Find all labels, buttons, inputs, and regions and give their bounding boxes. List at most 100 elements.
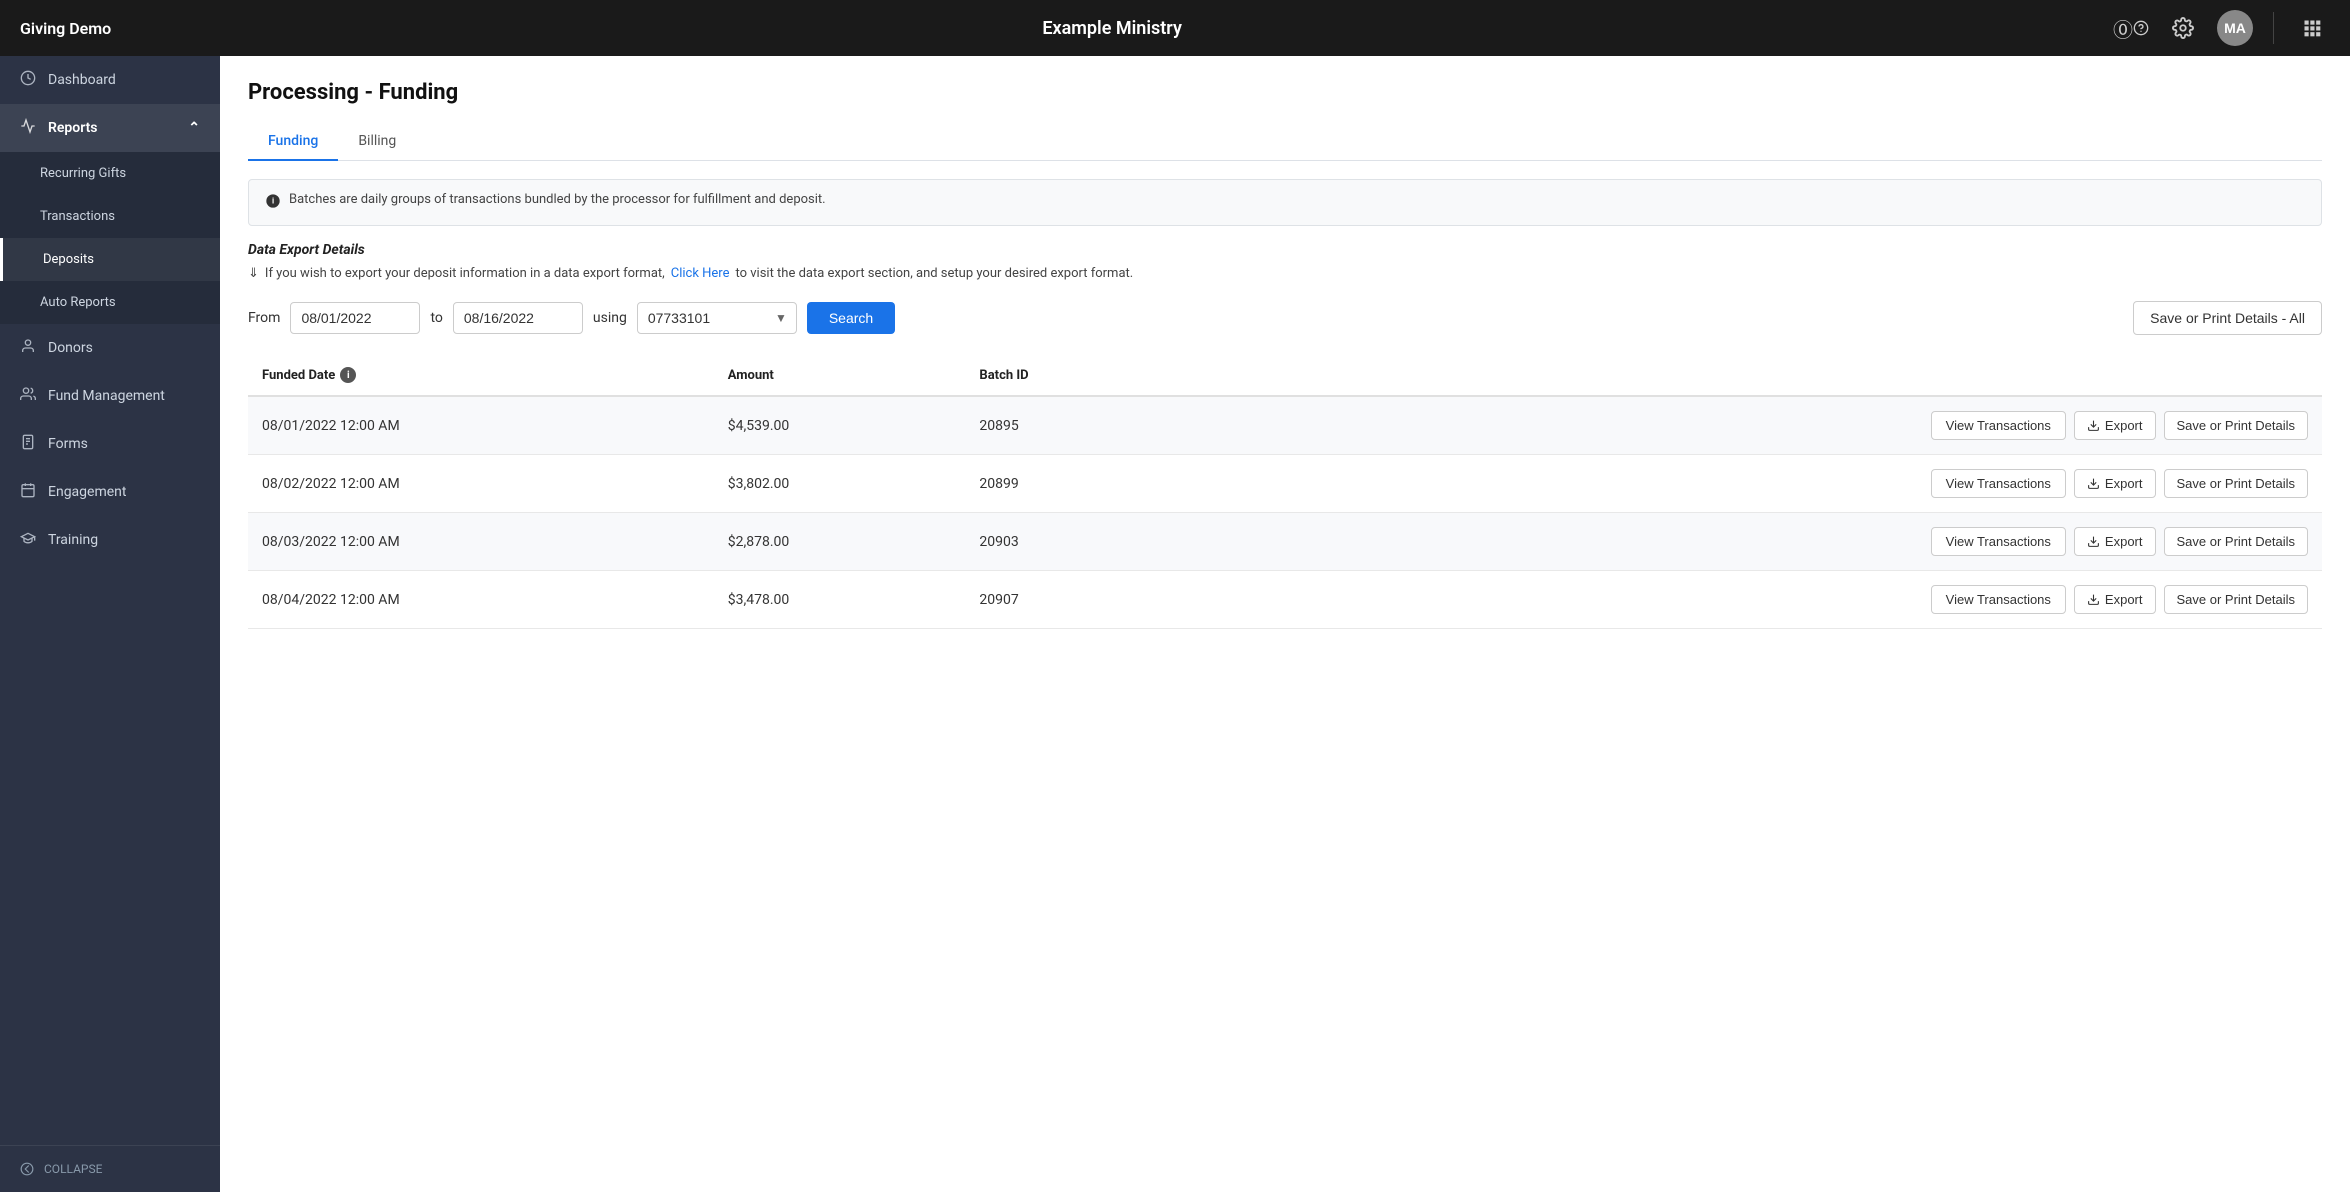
download-icon	[2087, 593, 2100, 606]
help-icon: ⓪	[2113, 14, 2133, 43]
sidebar: Dashboard Reports ⌃ Recurring Gifts Tran…	[0, 56, 220, 1192]
collapse-label: COLLAPSE	[44, 1162, 102, 1176]
download-arrow-icon: ⇓	[248, 266, 259, 281]
export-text-after: to visit the data export section, and se…	[735, 266, 1133, 281]
cell-amount: $2,878.00	[714, 513, 966, 571]
table-row: 08/01/2022 12:00 AM $4,539.00 20895 View…	[248, 396, 2322, 455]
processor-select[interactable]: 07733101	[637, 302, 797, 334]
export-button[interactable]: Export	[2074, 527, 2156, 556]
filter-row: From to using 07733101 ▼ Search Save or …	[248, 301, 2322, 335]
sidebar-item-donors[interactable]: Donors	[0, 324, 220, 372]
collapse-icon	[20, 1162, 34, 1176]
save-print-details-button[interactable]: Save or Print Details	[2164, 527, 2309, 556]
cell-funded-date: 08/01/2022 12:00 AM	[248, 396, 714, 455]
download-icon	[2087, 477, 2100, 490]
apps-grid-button[interactable]	[2294, 10, 2330, 46]
cell-actions: View Transactions Export Save or Print D…	[1182, 455, 2322, 513]
click-here-link[interactable]: Click Here	[671, 266, 730, 281]
fund-management-icon	[20, 386, 36, 406]
data-export-title: Data Export Details	[248, 242, 2322, 258]
view-transactions-button[interactable]: View Transactions	[1931, 585, 2066, 614]
sidebar-item-auto-reports[interactable]: Auto Reports	[0, 281, 220, 324]
sidebar-item-deposits[interactable]: Deposits	[0, 238, 220, 281]
sidebar-label-reports: Reports	[48, 120, 98, 136]
view-transactions-button[interactable]: View Transactions	[1931, 527, 2066, 556]
sidebar-item-engagement[interactable]: Engagement	[0, 468, 220, 516]
cell-actions: View Transactions Export Save or Print D…	[1182, 513, 2322, 571]
tab-bar: Funding Billing	[248, 123, 2322, 161]
table-row: 08/04/2022 12:00 AM $3,478.00 20907 View…	[248, 571, 2322, 629]
sidebar-item-forms[interactable]: Forms	[0, 420, 220, 468]
download-icon	[2087, 419, 2100, 432]
sidebar-label-donors: Donors	[48, 340, 93, 356]
cell-amount: $3,478.00	[714, 571, 966, 629]
sidebar-collapse-button[interactable]: COLLAPSE	[0, 1145, 220, 1192]
cell-batch-id: 20895	[965, 396, 1182, 455]
sidebar-item-dashboard[interactable]: Dashboard	[0, 56, 220, 104]
table-row: 08/03/2022 12:00 AM $2,878.00 20903 View…	[248, 513, 2322, 571]
view-transactions-button[interactable]: View Transactions	[1931, 411, 2066, 440]
help-button[interactable]: ⓪	[2113, 10, 2149, 46]
save-print-details-button[interactable]: Save or Print Details	[2164, 411, 2309, 440]
training-icon	[20, 530, 36, 550]
settings-button[interactable]	[2165, 10, 2201, 46]
export-button[interactable]: Export	[2074, 411, 2156, 440]
th-batch-id: Batch ID	[965, 355, 1182, 396]
to-label: to	[430, 310, 442, 326]
reports-icon	[20, 118, 36, 138]
app-layout: Dashboard Reports ⌃ Recurring Gifts Tran…	[0, 56, 2350, 1192]
donors-icon	[20, 338, 36, 358]
brand-logo: Giving Demo	[20, 19, 111, 38]
from-date-input[interactable]	[290, 302, 420, 334]
cell-actions: View Transactions Export Save or Print D…	[1182, 571, 2322, 629]
cell-actions: View Transactions Export Save or Print D…	[1182, 396, 2322, 455]
sidebar-item-training[interactable]: Training	[0, 516, 220, 564]
user-avatar-button[interactable]: MA	[2217, 10, 2253, 46]
export-button[interactable]: Export	[2074, 585, 2156, 614]
info-banner: i Batches are daily groups of transactio…	[248, 179, 2322, 226]
tab-funding[interactable]: Funding	[248, 123, 338, 161]
search-button[interactable]: Search	[807, 302, 895, 334]
info-icon: i	[265, 193, 281, 213]
sidebar-item-recurring-gifts[interactable]: Recurring Gifts	[0, 152, 220, 195]
th-funded-date: Funded Date i	[248, 355, 714, 396]
cell-batch-id: 20899	[965, 455, 1182, 513]
gear-icon	[2172, 17, 2194, 39]
help-circle-icon	[2133, 17, 2149, 39]
cell-batch-id: 20903	[965, 513, 1182, 571]
save-print-details-button[interactable]: Save or Print Details	[2164, 469, 2309, 498]
top-navigation: Giving Demo Example Ministry ⓪ MA	[0, 0, 2350, 56]
export-button[interactable]: Export	[2074, 469, 2156, 498]
to-date-input[interactable]	[453, 302, 583, 334]
sidebar-label-forms: Forms	[48, 436, 88, 452]
forms-icon	[20, 434, 36, 454]
funding-table: Funded Date i Amount Batch ID 08/01/2022…	[248, 355, 2322, 629]
svg-text:i: i	[272, 197, 274, 206]
sidebar-item-fund-management[interactable]: Fund Management	[0, 372, 220, 420]
save-print-details-button[interactable]: Save or Print Details	[2164, 585, 2309, 614]
from-label: From	[248, 310, 280, 326]
processor-select-wrap: 07733101 ▼	[637, 302, 797, 334]
cell-amount: $3,802.00	[714, 455, 966, 513]
sidebar-label-recurring-gifts: Recurring Gifts	[40, 166, 126, 181]
sidebar-item-reports[interactable]: Reports ⌃	[0, 104, 220, 152]
sidebar-item-transactions[interactable]: Transactions	[0, 195, 220, 238]
funded-date-info-icon[interactable]: i	[340, 367, 356, 383]
th-actions	[1182, 355, 2322, 396]
sidebar-label-dashboard: Dashboard	[48, 72, 116, 88]
download-icon	[2087, 535, 2100, 548]
using-label: using	[593, 310, 627, 326]
sidebar-label-transactions: Transactions	[40, 209, 115, 224]
save-print-all-button[interactable]: Save or Print Details - All	[2133, 301, 2322, 335]
topnav-actions: ⓪ MA	[2113, 10, 2330, 46]
cell-funded-date: 08/04/2022 12:00 AM	[248, 571, 714, 629]
view-transactions-button[interactable]: View Transactions	[1931, 469, 2066, 498]
page-title: Processing - Funding	[248, 80, 2322, 105]
cell-funded-date: 08/02/2022 12:00 AM	[248, 455, 714, 513]
sidebar-label-engagement: Engagement	[48, 484, 126, 500]
sidebar-label-training: Training	[48, 532, 98, 548]
th-amount: Amount	[714, 355, 966, 396]
table-body: 08/01/2022 12:00 AM $4,539.00 20895 View…	[248, 396, 2322, 629]
main-content: Processing - Funding Funding Billing i B…	[220, 56, 2350, 1192]
tab-billing[interactable]: Billing	[338, 123, 416, 161]
